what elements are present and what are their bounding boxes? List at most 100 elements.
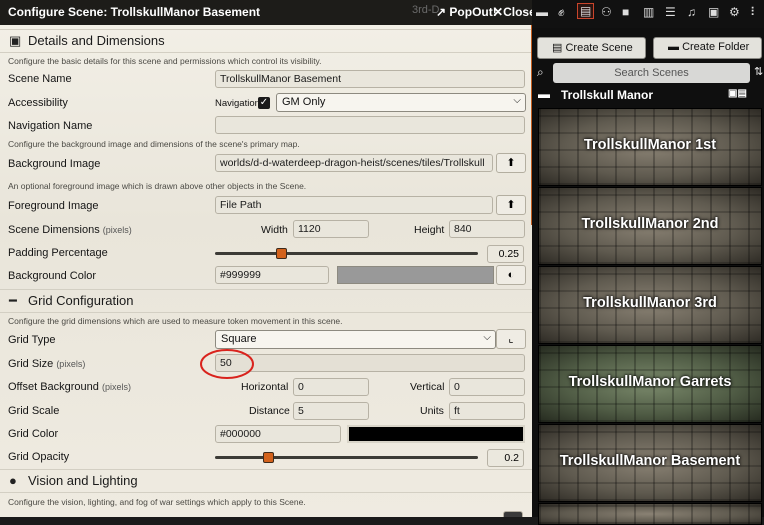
section-title: Details and Dimensions xyxy=(28,33,165,48)
navigation-checkbox[interactable]: ✓ xyxy=(258,97,270,109)
folder-open-icon: ▬ xyxy=(538,87,550,101)
padding-value: 0.25 xyxy=(487,245,524,263)
background-color-input[interactable]: #999999 xyxy=(215,266,329,284)
section-title: Grid Configuration xyxy=(28,293,134,308)
search-input[interactable]: Search Scenes xyxy=(553,63,750,83)
background-image-label: Background Image xyxy=(8,158,101,170)
compendium-tab-icon[interactable]: ▣ xyxy=(708,5,719,19)
horizontal-label: Horizontal xyxy=(241,381,289,393)
accessibility-select[interactable]: GM Only ⌵ xyxy=(276,93,526,112)
width-input[interactable]: 1120 xyxy=(293,220,369,238)
scene-name-input[interactable]: TrollskullManor Basement xyxy=(215,70,525,88)
eyedropper-button[interactable]: ◐ xyxy=(496,265,526,285)
distance-input[interactable]: 5 xyxy=(293,402,369,420)
folder-create-icon[interactable]: ▣▤ xyxy=(728,88,747,99)
window-title: Configure Scene: TrollskullManor Basemen… xyxy=(8,5,261,19)
settings-tab-icon[interactable]: ⚙︎ xyxy=(729,5,740,19)
vision-checkbox[interactable] xyxy=(503,511,523,517)
scene-dimensions-label: Scene Dimensions (pixels) xyxy=(8,224,132,236)
background-image-input[interactable]: worlds/d-d-waterdeep-dragon-heist/scenes… xyxy=(215,154,493,172)
accessibility-label: Accessibility xyxy=(8,97,68,109)
horizontal-input[interactable]: 0 xyxy=(293,378,369,396)
opacity-value: 0.2 xyxy=(487,449,524,467)
window-titlebar[interactable]: Configure Scene: TrollskullManor Basemen… xyxy=(0,0,532,25)
search-icon: ⌕ xyxy=(537,65,544,79)
scene-name: TrollskullManor 1st xyxy=(583,137,717,153)
grid-color-swatch[interactable] xyxy=(347,425,525,443)
scene-thumbnail[interactable]: TrollskullManor 3rd xyxy=(538,266,762,344)
folder-icon: ▬ xyxy=(668,41,679,53)
scene-folder-header[interactable]: ▬ Trollskull Manor ▣▤ xyxy=(532,86,764,104)
playlists-tab-icon[interactable]: ♫ xyxy=(687,5,696,19)
scene-name: TrollskullManor Garrets xyxy=(568,374,732,390)
scene-name: TrollskullManor 2nd xyxy=(581,216,719,232)
scene-thumbnail[interactable]: TrollskullManor Basement xyxy=(538,424,762,502)
scene-config-window: Configure Scene: TrollskullManor Basemen… xyxy=(0,0,532,517)
create-folder-button[interactable]: ▬ Create Folder xyxy=(653,37,762,59)
sort-icon[interactable]: ⇅ xyxy=(754,65,763,78)
height-label: Height xyxy=(414,224,445,236)
grid-size-label: Grid Size (pixels) xyxy=(8,358,86,370)
folder-name: Trollskull Manor xyxy=(561,88,654,102)
vertical-input[interactable]: 0 xyxy=(449,378,525,396)
opacity-slider-thumb[interactable] xyxy=(262,452,274,463)
popout-button[interactable]: ↗︎ PopOut! xyxy=(436,5,497,19)
grid-size-input[interactable]: 50 xyxy=(215,354,525,372)
padding-label: Padding Percentage xyxy=(8,247,108,259)
padding-slider-thumb[interactable] xyxy=(275,248,287,259)
scenes-tab-icon[interactable]: ▤ xyxy=(577,3,595,19)
vertical-label: Vertical xyxy=(410,381,445,393)
scene-thumbnail[interactable]: TrollskullManor Garrets xyxy=(538,345,762,423)
window-body: ▣ Details and Dimensions Configure the b… xyxy=(0,25,532,517)
items-tab-icon[interactable]: ■ xyxy=(622,5,629,19)
grid-type-label: Grid Type xyxy=(8,334,56,346)
map-icon: ▤ xyxy=(552,42,563,54)
scene-thumbnail[interactable]: TrollskullManor 2nd xyxy=(538,187,762,265)
details-section-header: ▣ Details and Dimensions xyxy=(0,29,532,53)
distance-label: Distance xyxy=(249,405,290,417)
background-color-swatch[interactable] xyxy=(337,266,494,284)
grid-type-select[interactable]: Square ⌵ xyxy=(215,330,496,349)
lightbulb-icon: ● xyxy=(9,473,17,488)
more-tab-icon[interactable]: ⠇ xyxy=(750,5,759,19)
file-upload-icon: ⬆︎ xyxy=(506,199,516,211)
file-upload-icon: ⬆︎ xyxy=(506,157,516,169)
ruler-icon: ━ xyxy=(9,293,17,308)
tables-tab-icon[interactable]: ☰ xyxy=(665,5,676,19)
background-color-label: Background Color xyxy=(8,270,97,282)
width-label: Width xyxy=(261,224,288,236)
height-input[interactable]: 840 xyxy=(449,220,525,238)
file-picker-button[interactable]: ⬆︎ xyxy=(496,195,526,215)
navigation-name-input[interactable] xyxy=(215,116,525,134)
offset-background-label: Offset Background (pixels) xyxy=(8,381,131,393)
foreground-image-label: Foreground Image xyxy=(8,200,99,212)
scene-thumbnail[interactable]: TrollskullManor 1st xyxy=(538,108,762,186)
close-button[interactable]: ✕Close xyxy=(493,5,532,19)
actors-tab-icon[interactable]: ⚇ xyxy=(601,5,612,19)
palette-icon: ◐ xyxy=(507,269,515,281)
units-label: Units xyxy=(420,405,444,417)
grid-config-button[interactable]: ⌞ xyxy=(496,329,526,349)
close-icon: ✕ xyxy=(493,5,504,19)
opacity-slider-track[interactable] xyxy=(215,456,478,459)
sidebar: ▬ ✊︎ ▤ ⚇ ■ ▥ ☰ ♫ ▣ ⚙︎ ⠇ ▤ Create Scene ▬… xyxy=(532,0,764,525)
create-scene-button[interactable]: ▤ Create Scene xyxy=(537,37,646,59)
chevron-down-icon: ⌵ xyxy=(483,332,491,343)
ruler-corner-icon: ⌞ xyxy=(508,333,514,345)
combat-tab-icon[interactable]: ✊︎ xyxy=(558,5,565,20)
file-picker-button[interactable]: ⬆︎ xyxy=(496,153,526,173)
background-hint: Configure the background image and dimen… xyxy=(8,139,300,149)
padding-slider-track[interactable] xyxy=(215,252,478,255)
foreground-image-input[interactable]: File Path xyxy=(215,196,493,214)
journal-tab-icon[interactable]: ▥ xyxy=(643,5,654,19)
grid-color-input[interactable]: #000000 xyxy=(215,425,341,443)
units-input[interactable]: ft xyxy=(449,402,525,420)
scene-name-label: Scene Name xyxy=(8,73,72,85)
chat-tab-icon[interactable]: ▬ xyxy=(536,5,548,19)
navigation-name-label: Navigation Name xyxy=(8,120,93,132)
image-icon: ▣ xyxy=(9,33,22,48)
scene-thumbnail[interactable] xyxy=(538,503,762,525)
vision-section-header: ● Vision and Lighting xyxy=(0,469,532,493)
vision-hint: Configure the vision, lighting, and fog … xyxy=(8,497,306,507)
sidebar-tabs: ▬ ✊︎ ▤ ⚇ ■ ▥ ☰ ♫ ▣ ⚙︎ ⠇ xyxy=(532,0,764,28)
